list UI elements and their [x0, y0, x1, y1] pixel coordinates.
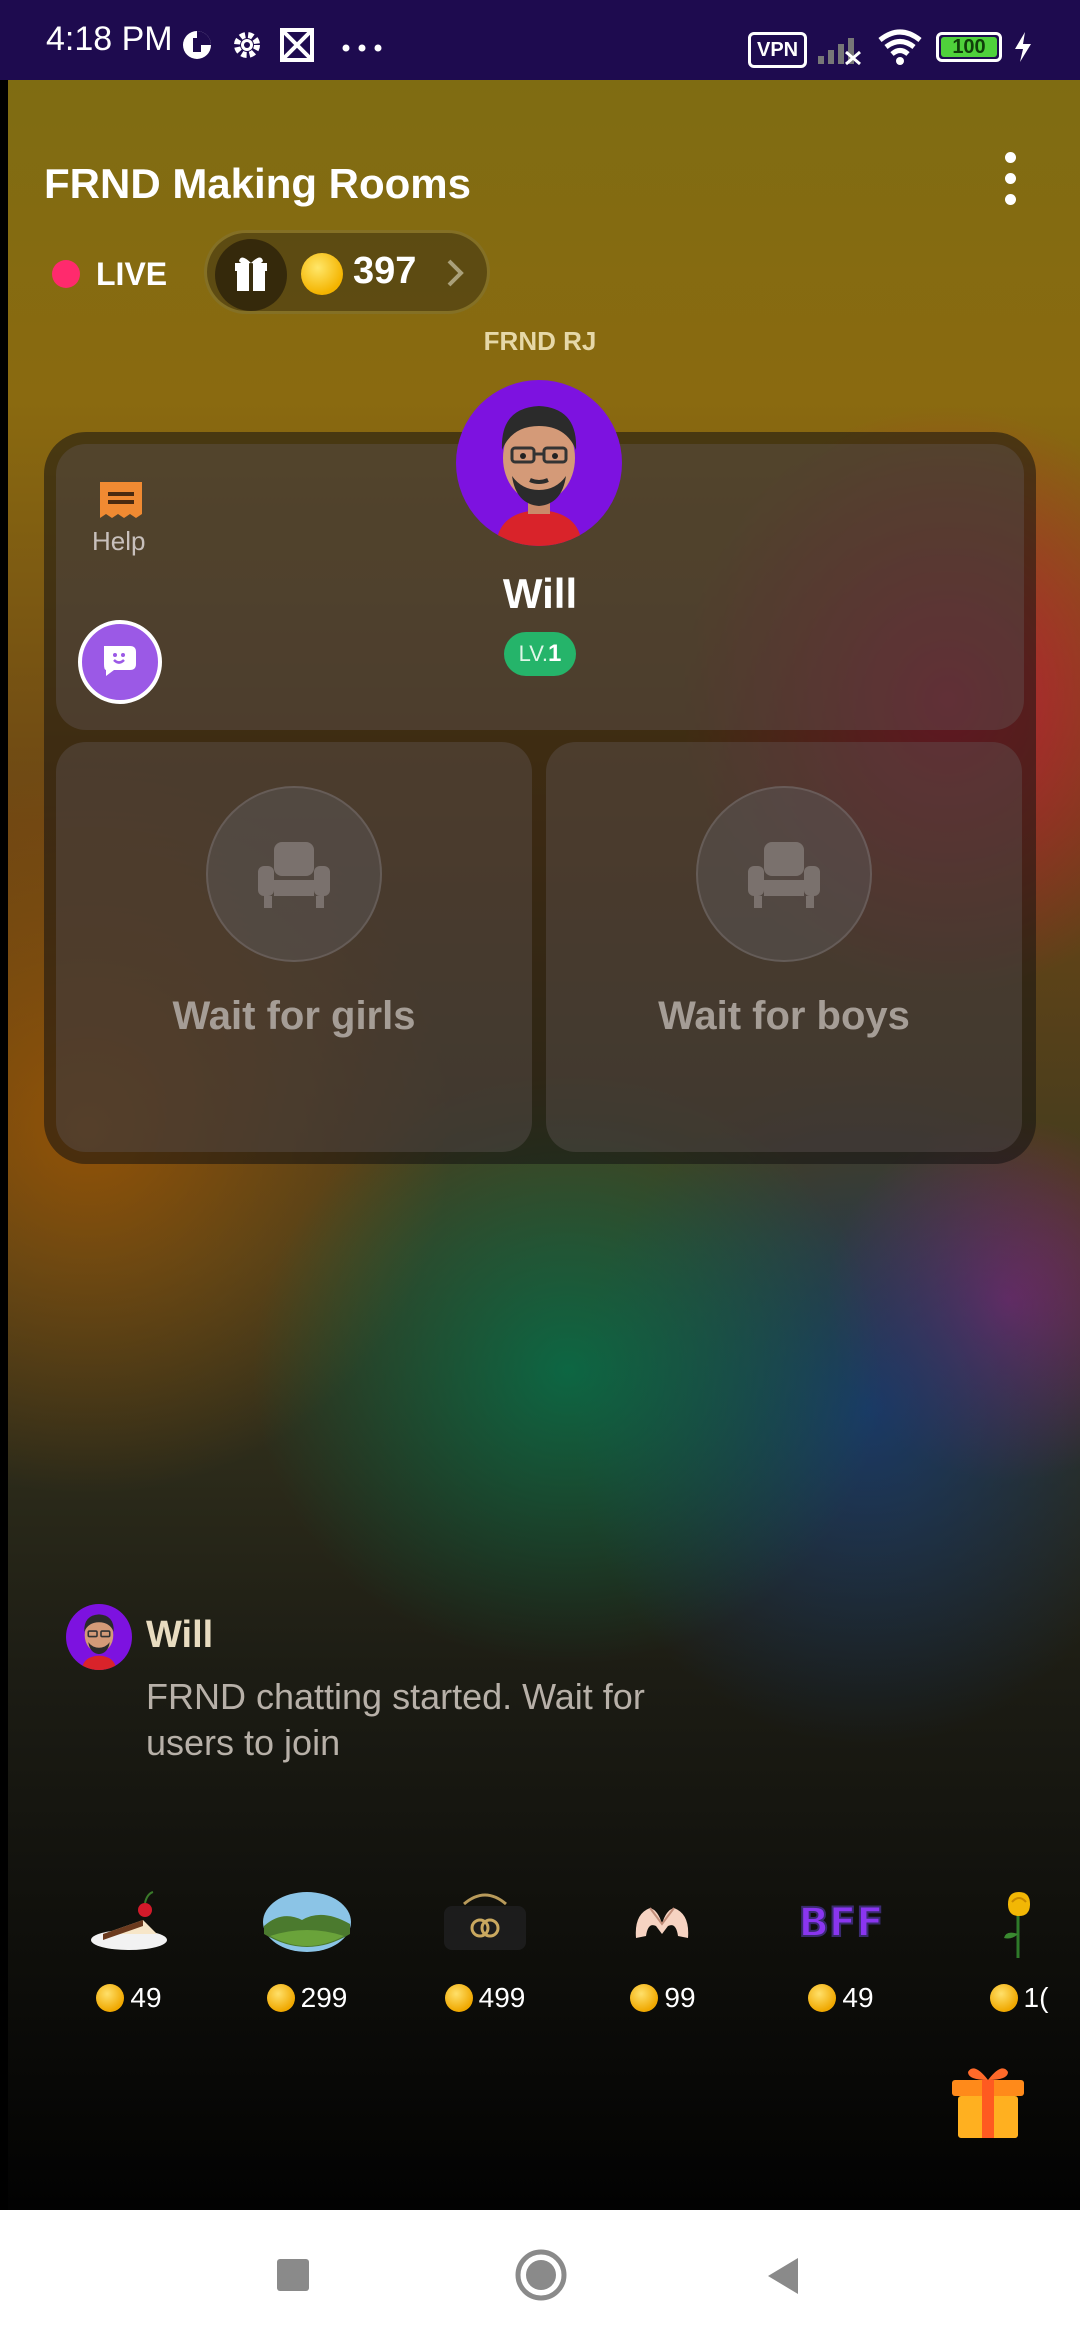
coin-icon — [630, 1984, 659, 2012]
bff-text-icon: BFF — [799, 1899, 883, 1947]
empty-seat-slot — [696, 786, 872, 962]
chat-message-text: FRND chatting started. Wait for users to… — [146, 1676, 645, 1763]
coin-icon — [301, 253, 343, 295]
heart-hands-icon — [635, 1907, 689, 1938]
host-level-badge: LV.1 — [504, 632, 576, 676]
rj-label: FRND RJ — [483, 326, 597, 356]
signal-icon — [818, 38, 861, 66]
coin-icon — [444, 1984, 473, 2012]
rose-icon — [1004, 1892, 1030, 1958]
chat-sender-name: Will — [146, 1614, 214, 1656]
battery-level: 100 — [952, 36, 986, 58]
gift-item[interactable]: 499 — [410, 1890, 560, 2020]
gift-item[interactable]: 299 — [232, 1890, 382, 2020]
system-nav-bar — [0, 2210, 1080, 2340]
battery-indicator: 100 — [936, 32, 1002, 62]
seat-boys-label: Wait for boys — [658, 994, 910, 1038]
empty-seat-slot — [206, 786, 382, 962]
chat-bubble-icon — [104, 646, 136, 676]
coin-icon — [989, 1984, 1018, 2012]
help-label[interactable]: Help — [92, 526, 145, 557]
level-prefix: LV. — [518, 641, 548, 666]
seat-boys[interactable]: Wait for boys — [546, 742, 1022, 1152]
gift-item[interactable]: 49 — [54, 1890, 204, 2020]
coin-icon — [266, 1984, 295, 2012]
level-value: 1 — [548, 640, 562, 667]
landscape-icon — [263, 1892, 351, 1952]
recent-apps-icon[interactable] — [276, 2258, 310, 2292]
settings-gear-icon — [234, 32, 260, 58]
charging-icon — [1015, 32, 1031, 62]
gift-icon — [215, 239, 287, 311]
gift-price: 99 — [588, 1982, 738, 2014]
status-time: 4:18 PM — [46, 20, 173, 58]
coin-count: 397 — [353, 250, 417, 292]
home-icon[interactable] — [514, 2248, 568, 2302]
help-icon[interactable] — [96, 478, 146, 522]
coin-balance-button[interactable]: 397 — [204, 230, 490, 314]
live-label: LIVE — [96, 256, 168, 292]
data-saver-icon — [183, 31, 211, 59]
gift-item[interactable]: 99 — [588, 1890, 738, 2020]
room-title: FRND Making Rooms — [44, 160, 472, 207]
svg-text:BFF: BFF — [799, 1900, 883, 1946]
gift-price: 49 — [766, 1982, 916, 2014]
back-icon[interactable] — [764, 2256, 802, 2296]
gift-box-icon[interactable] — [946, 2060, 1030, 2144]
gift-price: 49 — [54, 1982, 204, 2014]
host-name: Will — [502, 570, 578, 617]
more-options-icon[interactable] — [996, 152, 1024, 216]
seat-girls-label: Wait for girls — [172, 994, 416, 1038]
seat-girls[interactable]: Wait for girls — [56, 742, 532, 1152]
gift-item[interactable]: BFF 49 — [766, 1890, 916, 2020]
cake-icon — [91, 1891, 167, 1950]
designer-handbag-icon — [444, 1893, 526, 1950]
coin-icon — [808, 1984, 837, 2012]
gift-price: 499 — [410, 1982, 560, 2014]
gift-price: 299 — [232, 1982, 382, 2014]
chat-button[interactable] — [78, 620, 162, 704]
gift-price: 1( — [944, 1982, 1080, 2014]
armchair-icon — [748, 842, 820, 908]
live-indicator-icon — [52, 260, 80, 288]
wifi-icon — [878, 29, 922, 65]
status-bar: 4:18 PM VPN 100 — [0, 0, 1080, 80]
chevron-right-icon — [447, 259, 464, 287]
coin-icon — [96, 1984, 125, 2012]
gift-item[interactable]: 1( — [944, 1890, 1080, 2020]
more-dots-icon — [342, 44, 382, 52]
vpn-badge: VPN — [748, 32, 808, 68]
armchair-icon — [258, 842, 330, 908]
screenshot-icon — [280, 28, 314, 62]
chat-avatar[interactable] — [66, 1604, 132, 1670]
gift-row: 49 299 499 99 BFF 49 1( — [0, 1890, 1080, 2020]
host-avatar[interactable] — [456, 380, 622, 546]
